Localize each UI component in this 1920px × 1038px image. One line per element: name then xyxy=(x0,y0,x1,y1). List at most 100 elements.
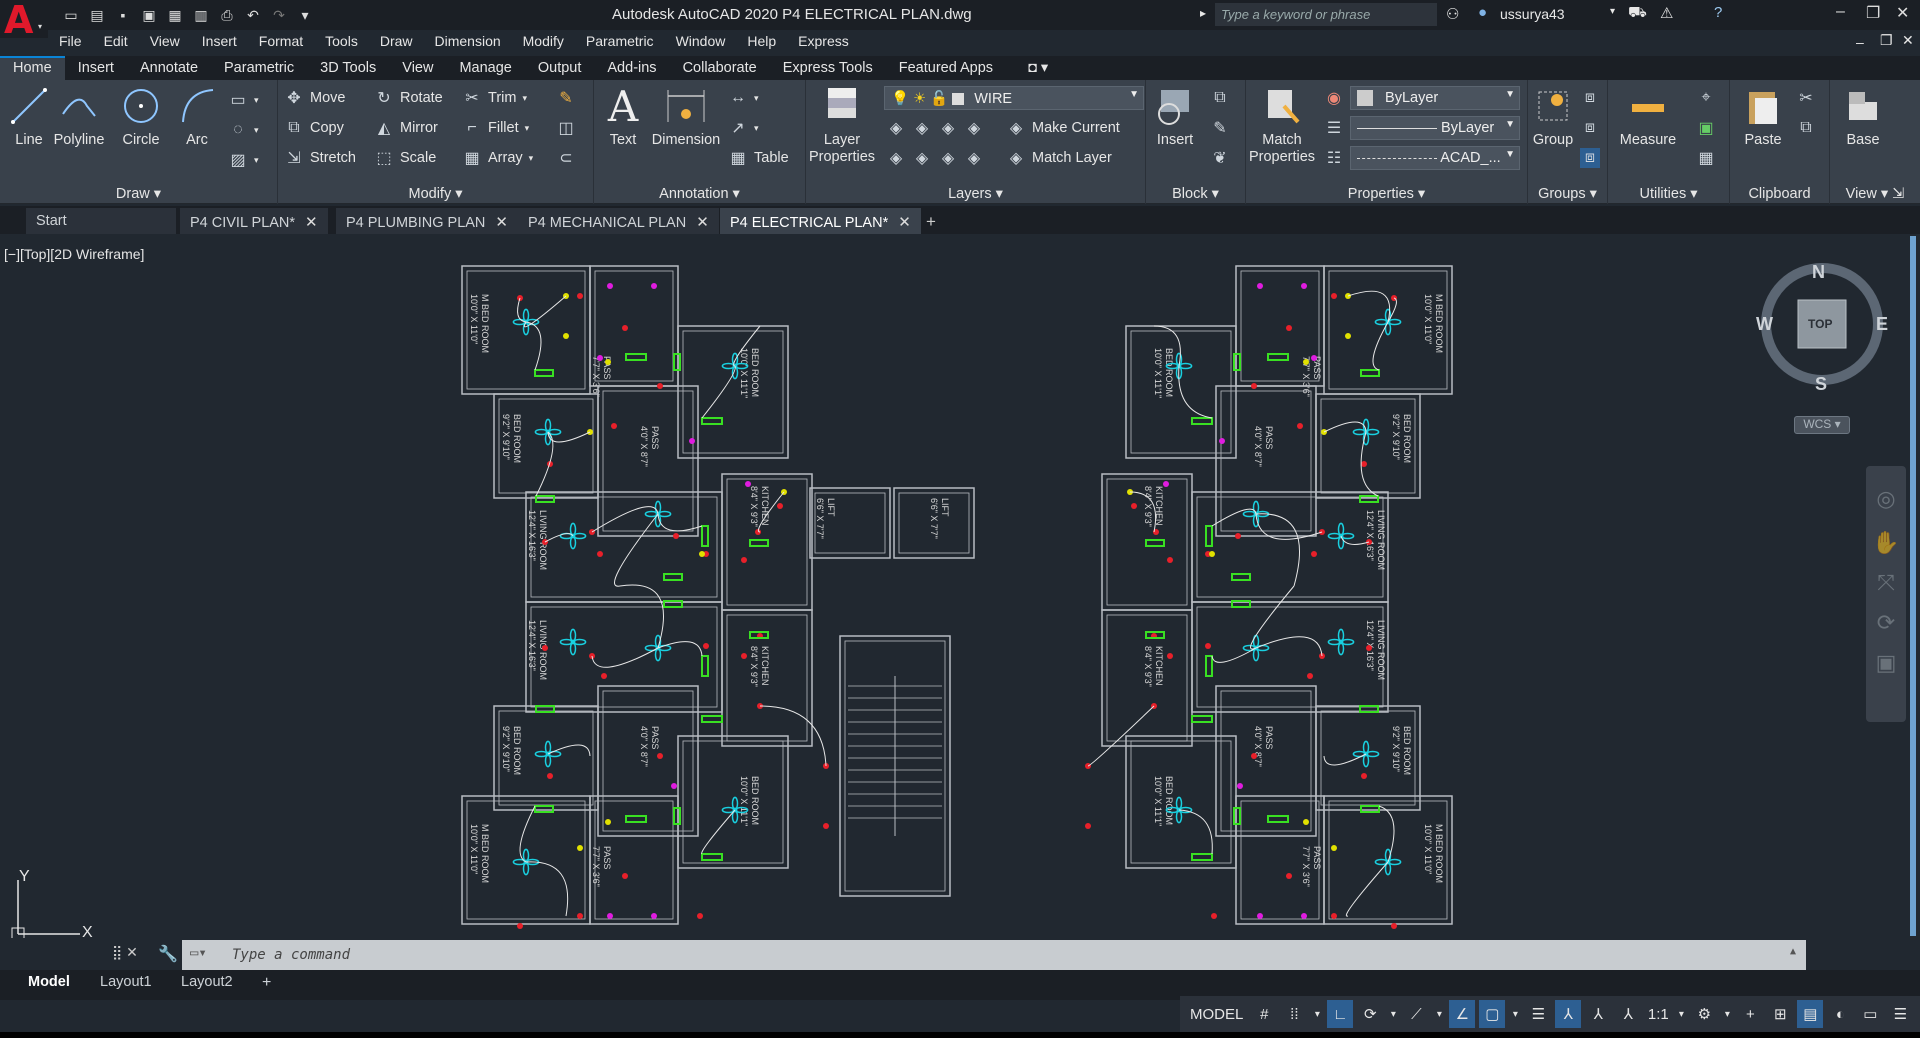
layers-panel-label[interactable]: Layers ▾ xyxy=(806,186,1145,202)
customization-menu-icon[interactable]: ☰ xyxy=(1887,1000,1913,1028)
layer-properties-button[interactable]: Layer Properties xyxy=(806,84,878,166)
text-button[interactable]: A Text xyxy=(594,82,652,149)
group-select-icon[interactable]: ⧈ xyxy=(1580,148,1600,168)
close-tab-icon[interactable]: ✕ xyxy=(495,214,508,231)
compass-west[interactable]: W xyxy=(1756,314,1773,335)
snap-icon[interactable]: ⁞⁞ xyxy=(1281,1000,1307,1028)
tab-civil-plan[interactable]: P4 CIVIL PLAN* ✕ xyxy=(180,208,328,234)
lineweight-toggle-icon[interactable]: ☰ xyxy=(1525,1000,1551,1028)
group-edit-icon[interactable]: ⧈ xyxy=(1580,118,1600,138)
new-icon[interactable]: ▭ xyxy=(60,4,82,26)
cut-icon[interactable]: ✂ xyxy=(1796,88,1816,108)
lineweight-dropdown[interactable]: ByLayer ▼ xyxy=(1350,116,1520,140)
tab-plumbing-plan[interactable]: P4 PLUMBING PLAN ✕ xyxy=(336,208,518,234)
redo-icon[interactable]: ↷ xyxy=(268,4,290,26)
make-current-button[interactable]: ◈ Make Current xyxy=(1006,118,1120,138)
user-menu-arrow-icon[interactable]: ▾ xyxy=(1610,6,1615,17)
zoom-extents-icon[interactable]: ⤧ xyxy=(1866,570,1906,596)
object-snap-tracking-icon[interactable]: ∠ xyxy=(1449,1000,1476,1028)
tab-3d-tools[interactable]: 3D Tools xyxy=(307,56,389,80)
doc-restore-icon[interactable]: ❐ xyxy=(1880,32,1893,49)
annotation-panel-label[interactable]: Annotation ▾ xyxy=(594,186,805,202)
tab-layout2[interactable]: Layout2 xyxy=(181,974,233,990)
ribbon-toggle-icon[interactable]: ◘ ▾ xyxy=(1006,56,1061,80)
group-button[interactable]: Group xyxy=(1528,84,1578,148)
circle-button[interactable]: Circle xyxy=(112,84,170,148)
tab-collaborate[interactable]: Collaborate xyxy=(670,56,770,80)
tab-electrical-plan[interactable]: P4 ELECTRICAL PLAN* ✕ xyxy=(720,208,921,234)
cart-icon[interactable]: ⛟ xyxy=(1628,4,1647,23)
restore-icon[interactable]: ❐ xyxy=(1866,3,1880,23)
tab-model[interactable]: Model xyxy=(28,974,70,990)
user-icon[interactable]: ● xyxy=(1478,4,1487,21)
close-tab-icon[interactable]: ✕ xyxy=(898,214,911,231)
osnap-menu-icon[interactable]: ▾ xyxy=(1509,1000,1521,1028)
close-tab-icon[interactable]: ✕ xyxy=(696,214,709,231)
tab-output[interactable]: Output xyxy=(525,56,595,80)
match-layer-button[interactable]: ◈ Match Layer xyxy=(1006,148,1112,168)
tab-home[interactable]: Home xyxy=(0,56,65,80)
isolate-objects-icon[interactable]: ◐ xyxy=(1827,1000,1853,1028)
trim-button[interactable]: ✂ Trim ▾ xyxy=(462,88,527,108)
command-input[interactable]: ▭▾ Type a command ▲ xyxy=(182,940,1806,970)
annotation-scale-value[interactable]: 1:1 xyxy=(1645,1000,1671,1028)
block-panel-label[interactable]: Block ▾ xyxy=(1146,186,1245,202)
command-history-arrow-icon[interactable]: ▲ xyxy=(1790,946,1796,957)
lineweight-icon[interactable]: ☰ xyxy=(1324,118,1344,138)
array-button[interactable]: ▦ Array ▾ xyxy=(462,148,533,168)
save-as-icon[interactable]: ▣ xyxy=(138,4,160,26)
explode-icon[interactable]: ◫ xyxy=(556,118,576,138)
annotation-scale-icon[interactable]: ⅄ xyxy=(1615,1000,1641,1028)
calculator-icon[interactable]: ▦ xyxy=(1696,148,1716,168)
utilities-panel-label[interactable]: Utilities ▾ xyxy=(1608,186,1729,202)
menu-help[interactable]: Help xyxy=(736,30,787,54)
menu-file[interactable]: File xyxy=(48,30,93,54)
snap-menu-icon[interactable]: ▾ xyxy=(1311,1000,1323,1028)
copy-button[interactable]: ⧉ Copy xyxy=(284,118,344,138)
annotation-monitor-icon[interactable]: + xyxy=(1737,1000,1763,1028)
compass-south[interactable]: S xyxy=(1815,374,1827,395)
mirror-button[interactable]: ◭ Mirror xyxy=(374,118,438,138)
application-menu-button[interactable]: A ▾ xyxy=(0,0,48,42)
move-button[interactable]: ✥ Move xyxy=(284,88,345,108)
annotation-visibility-icon[interactable]: ⅄ xyxy=(1555,1000,1582,1028)
leader-icon[interactable]: ↗ ▾ xyxy=(728,118,758,138)
paste-button[interactable]: Paste xyxy=(1734,84,1792,148)
polyline-button[interactable]: Polyline xyxy=(50,84,108,148)
offset-icon[interactable]: ⊂ xyxy=(556,148,576,168)
modify-panel-label[interactable]: Modify ▾ xyxy=(278,186,593,202)
customize-icon[interactable]: ▾ xyxy=(294,4,316,26)
command-prompt-icon[interactable]: ▭▾ xyxy=(190,945,207,961)
open-web-icon[interactable]: ▦ xyxy=(164,4,186,26)
ellipse-icon[interactable]: ◌ ▾ xyxy=(228,120,258,140)
isodraft-icon[interactable]: ⟋ xyxy=(1403,1000,1429,1028)
units-icon[interactable]: ⊞ xyxy=(1767,1000,1793,1028)
command-line-grip-icon[interactable]: ⣿ ✕ xyxy=(112,944,138,961)
quick-select-icon[interactable]: ▣ xyxy=(1696,118,1716,138)
rotate-button[interactable]: ↻ Rotate xyxy=(374,88,442,108)
tab-annotate[interactable]: Annotate xyxy=(127,56,211,80)
menu-express[interactable]: Express xyxy=(787,30,860,54)
layer-tools-row-2[interactable]: ◈ ◈ ◈ ◈ xyxy=(886,148,984,168)
menu-tools[interactable]: Tools xyxy=(314,30,369,54)
save-web-icon[interactable]: ▥ xyxy=(190,4,212,26)
menu-dimension[interactable]: Dimension xyxy=(424,30,512,54)
user-name[interactable]: ussurya43 xyxy=(1500,6,1565,22)
pan-icon[interactable]: ✋ xyxy=(1866,530,1906,556)
open-icon[interactable]: ▤ xyxy=(86,4,108,26)
tab-featured-apps[interactable]: Featured Apps xyxy=(886,56,1006,80)
quick-properties-icon[interactable]: ▤ xyxy=(1797,1000,1824,1028)
model-space-button[interactable]: MODEL xyxy=(1186,1000,1247,1028)
compass-north[interactable]: N xyxy=(1812,262,1825,283)
properties-panel-label[interactable]: Properties ▾ xyxy=(1246,186,1527,202)
menu-window[interactable]: Window xyxy=(665,30,737,54)
drawing-viewport[interactable]: [−][Top][2D Wireframe] M BED ROOM10'0" X… xyxy=(0,236,1910,938)
compass-east[interactable]: E xyxy=(1876,314,1888,335)
clean-screen-icon[interactable]: ▭ xyxy=(1857,1000,1883,1028)
scale-menu-icon[interactable]: ▾ xyxy=(1675,1000,1687,1028)
color-dropdown[interactable]: ByLayer ▼ xyxy=(1350,86,1520,110)
copy-clip-icon[interactable]: ⧉ xyxy=(1796,118,1816,138)
arc-button[interactable]: Arc xyxy=(168,84,226,148)
stretch-button[interactable]: ⇲ Stretch xyxy=(284,148,356,168)
measure-button[interactable]: Measure xyxy=(1612,84,1684,148)
